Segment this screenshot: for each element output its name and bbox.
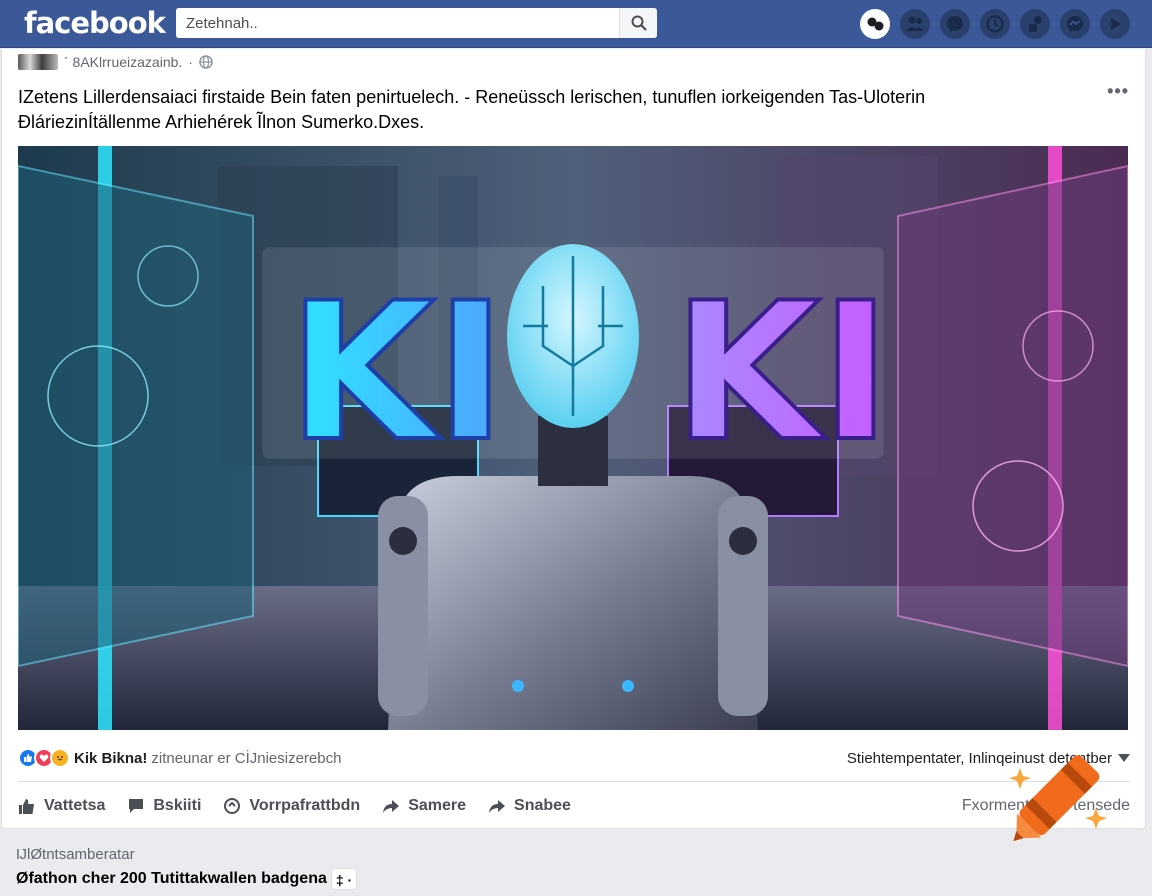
crayon-sticker-icon xyxy=(1009,755,1107,842)
messenger-icon xyxy=(947,16,963,32)
share-label: Vorrpafrattbdn xyxy=(249,797,361,814)
author-avatar[interactable] xyxy=(18,54,58,70)
search-bar xyxy=(176,8,657,38)
groups-nav-button[interactable] xyxy=(1020,9,1050,39)
friends-nav-button[interactable] xyxy=(900,9,930,39)
next-post-text: Øfathon cher 200 Tutittakwallen badgena xyxy=(16,870,327,887)
post-options-button[interactable]: ••• xyxy=(1107,81,1129,102)
next-post-title: Øfathon cher 200 Tutittakwallen badgena … xyxy=(16,868,358,890)
post-author-row: ´ 8AKlrrueizazainb. · xyxy=(18,52,213,72)
separator-dot: · xyxy=(188,54,193,70)
nav-icon-group xyxy=(860,9,1130,39)
post-card: ´ 8AKlrrueizazainb. · ••• IZetens Liller… xyxy=(1,49,1146,829)
robot-ki-image: KI KI xyxy=(18,146,1128,730)
forward-label: Snabee xyxy=(514,797,571,814)
reaction-names[interactable]: Kik Bikna! xyxy=(74,750,147,767)
banner-text-left: KI xyxy=(288,262,506,483)
action-divider xyxy=(18,781,1130,782)
haha-reaction-icon xyxy=(50,748,70,768)
send-label: Samere xyxy=(408,797,467,814)
share-icon xyxy=(224,798,241,814)
notifications-nav-button[interactable] xyxy=(980,9,1010,39)
next-post-author[interactable]: ĲlØtntsamberatar xyxy=(16,846,135,863)
post-actions-row: Vattetsa Bskiiti Vorrpafrattbdn Samere S… xyxy=(18,791,1130,821)
forward-button[interactable]: Snabee xyxy=(488,797,571,815)
globe-icon xyxy=(199,55,213,69)
forward-icon xyxy=(489,800,506,813)
post-text-line: ĐláriezinÍtällenme Arhiehérek Ĩlnon Sume… xyxy=(18,112,425,132)
search-input[interactable] xyxy=(176,8,619,38)
arrow-icon xyxy=(1111,18,1121,30)
profile-nav-button[interactable] xyxy=(860,9,890,39)
messenger-icon xyxy=(1067,16,1083,32)
group-icon xyxy=(1029,16,1042,32)
messenger-nav-button[interactable] xyxy=(940,9,970,39)
profile-icon xyxy=(867,17,884,31)
search-icon xyxy=(631,15,647,31)
reactions-row: Kik Bikna! zitneunar er CİJniesizerebch … xyxy=(18,746,1130,770)
comment-button[interactable]: Bskiiti xyxy=(127,797,201,815)
post-image[interactable]: KI KI xyxy=(18,146,1128,730)
account-nav-button[interactable] xyxy=(1100,9,1130,39)
top-navigation-bar: facebook xyxy=(0,0,1152,48)
like-label: Vattetsa xyxy=(44,797,106,814)
share-button[interactable]: Vorrpafrattbdn xyxy=(223,797,360,815)
chat-nav-button[interactable] xyxy=(1060,9,1090,39)
like-button[interactable]: Vattetsa xyxy=(18,797,105,815)
post-text: IZetens Lillerdensaiaci firstaide Bein f… xyxy=(18,85,1078,135)
author-name[interactable]: ´ 8AKlrrueizazainb. xyxy=(64,54,182,70)
send-button[interactable]: Samere xyxy=(382,797,466,815)
facebook-logo[interactable]: facebook xyxy=(24,6,166,40)
search-button[interactable] xyxy=(619,8,657,38)
comment-label: Bskiiti xyxy=(153,797,202,814)
post-text-line: IZetens Lillerdensaiaci firstaide Bein f… xyxy=(18,87,926,107)
like-icon xyxy=(19,799,34,814)
banner-text-right: KI xyxy=(673,262,891,483)
reaction-summary: zitneunar er CİJniesizerebch xyxy=(151,749,342,767)
clock-icon xyxy=(986,15,1004,33)
next-post-chip[interactable]: ‡ · xyxy=(330,868,358,890)
forward-icon xyxy=(383,800,400,813)
friends-icon xyxy=(906,16,924,31)
comment-icon xyxy=(129,799,144,813)
